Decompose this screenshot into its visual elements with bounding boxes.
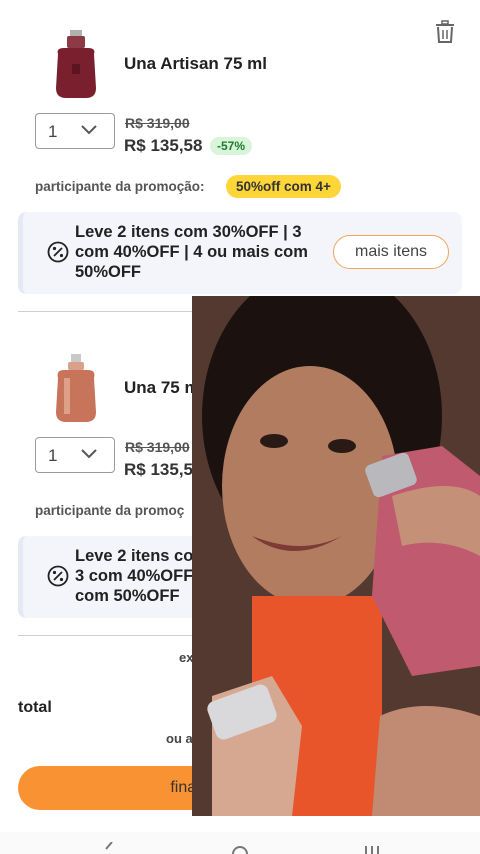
- chevron-down-icon: [81, 449, 97, 459]
- product-name[interactable]: Una 75 m: [124, 378, 200, 398]
- perfume-bottle-image: [56, 354, 96, 422]
- video-frame-image: [192, 296, 480, 816]
- video-overlay: [192, 296, 480, 816]
- quantity-select[interactable]: 1: [35, 437, 115, 473]
- sale-price: R$ 135,5: [124, 460, 193, 479]
- cart-item: Una 75 m 1 R$ 319,00 R$ 135,5 participan…: [0, 0, 480, 618]
- total-label: total: [18, 699, 52, 716]
- android-nav-bar: [0, 832, 480, 854]
- home-icon[interactable]: [230, 842, 250, 854]
- quantity-value: 1: [48, 446, 58, 465]
- recent-apps-icon[interactable]: [362, 842, 382, 854]
- original-price: R$ 319,00: [125, 439, 190, 455]
- promo-label: participante da promoç: [35, 503, 185, 518]
- back-icon[interactable]: [98, 842, 118, 854]
- percent-badge-icon: [47, 565, 69, 587]
